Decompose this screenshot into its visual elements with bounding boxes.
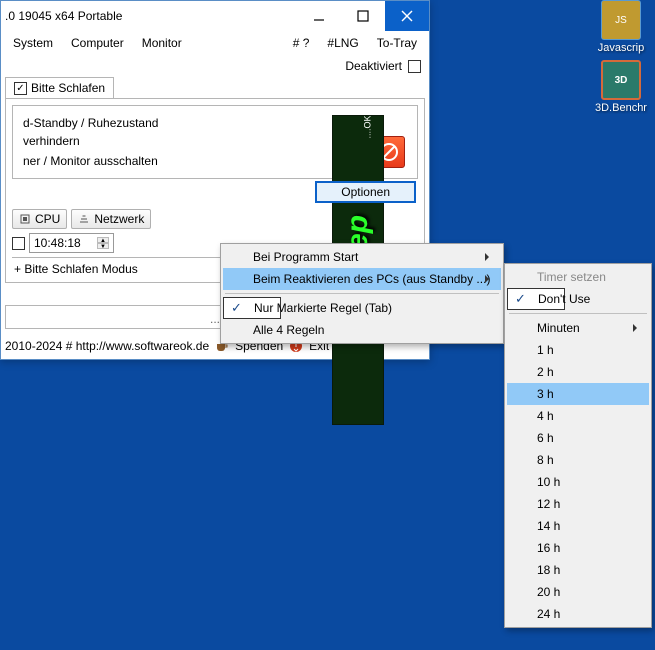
time-checkbox[interactable] bbox=[12, 237, 25, 250]
file-icon: 3D bbox=[601, 60, 641, 100]
cpu-icon bbox=[19, 213, 31, 225]
menu-language[interactable]: #LNG bbox=[319, 33, 366, 53]
menu-monitor[interactable]: Monitor bbox=[134, 33, 190, 53]
reactivate-submenu: Timer setzenDon't Use Minuten1 h2 h3 h4 h… bbox=[504, 263, 652, 628]
menu-item[interactable]: Don't Use bbox=[507, 288, 565, 310]
desktop-icon-javascript[interactable]: JS Javascrip bbox=[589, 0, 653, 54]
menu-item[interactable]: Minuten bbox=[507, 317, 649, 339]
close-button[interactable] bbox=[385, 1, 429, 31]
menu-item[interactable]: 24 h bbox=[507, 603, 649, 625]
network-icon bbox=[78, 213, 90, 225]
menu-item[interactable]: Bei Programm Start bbox=[223, 246, 501, 268]
menu-item[interactable]: 1 h bbox=[507, 339, 649, 361]
menu-item[interactable]: Alle 4 Regeln bbox=[223, 319, 501, 341]
deactivate-label: Deaktiviert bbox=[345, 59, 402, 73]
tab-bitte-schlafen[interactable]: ✓ Bitte Schlafen bbox=[5, 77, 114, 98]
menu-item[interactable]: Beim Reaktivieren des PCs (aus Standby .… bbox=[223, 268, 501, 290]
menu-item[interactable]: 2 h bbox=[507, 361, 649, 383]
desktop-icon-label: Javascrip bbox=[589, 42, 653, 54]
deactivate-checkbox[interactable] bbox=[408, 60, 421, 73]
window-title: .0 19045 x64 Portable bbox=[1, 9, 297, 23]
menubar: System Computer Monitor # ? #LNG To-Tray bbox=[1, 31, 429, 55]
menu-totray[interactable]: To-Tray bbox=[369, 33, 425, 53]
tab-label: Bitte Schlafen bbox=[31, 81, 105, 95]
chip-network[interactable]: Netzwerk bbox=[71, 209, 151, 229]
menu-item[interactable]: 14 h bbox=[507, 515, 649, 537]
titlebar[interactable]: .0 19045 x64 Portable bbox=[1, 1, 429, 31]
menu-item[interactable]: 10 h bbox=[507, 471, 649, 493]
options-button[interactable]: Optionen bbox=[315, 181, 416, 203]
menu-item[interactable]: 20 h bbox=[507, 581, 649, 603]
desktop-icon-3dbench[interactable]: 3D 3D.Benchr bbox=[589, 60, 653, 114]
time-spinner[interactable]: ▲▼ bbox=[97, 237, 109, 249]
menu-item[interactable]: 18 h bbox=[507, 559, 649, 581]
menu-item[interactable]: 16 h bbox=[507, 537, 649, 559]
menu-item[interactable]: Nur Markierte Regel (Tab) bbox=[223, 297, 281, 319]
menu-item[interactable]: 12 h bbox=[507, 493, 649, 515]
chip-cpu[interactable]: CPU bbox=[12, 209, 67, 229]
maximize-button[interactable] bbox=[341, 1, 385, 31]
menu-help[interactable]: # ? bbox=[285, 33, 318, 53]
menu-item[interactable]: 4 h bbox=[507, 405, 649, 427]
time-input[interactable]: 10:48:18 ▲▼ bbox=[29, 233, 114, 253]
copyright[interactable]: 2010-2024 # http://www.softwareok.de bbox=[5, 339, 209, 353]
file-icon: JS bbox=[601, 0, 641, 40]
menu-item[interactable]: 3 h bbox=[507, 383, 649, 405]
desktop-icon-label: 3D.Benchr bbox=[589, 102, 653, 114]
deactivate-row: Deaktiviert bbox=[1, 55, 429, 77]
menu-item: Timer setzen bbox=[507, 266, 649, 288]
options-context-menu: Bei Programm StartBeim Reaktivieren des … bbox=[220, 243, 504, 344]
minimize-button[interactable] bbox=[297, 1, 341, 31]
tab-checkbox[interactable]: ✓ bbox=[14, 82, 27, 95]
menu-item[interactable]: 8 h bbox=[507, 449, 649, 471]
menu-computer[interactable]: Computer bbox=[63, 33, 132, 53]
menu-item[interactable]: 6 h bbox=[507, 427, 649, 449]
menu-system[interactable]: System bbox=[5, 33, 61, 53]
